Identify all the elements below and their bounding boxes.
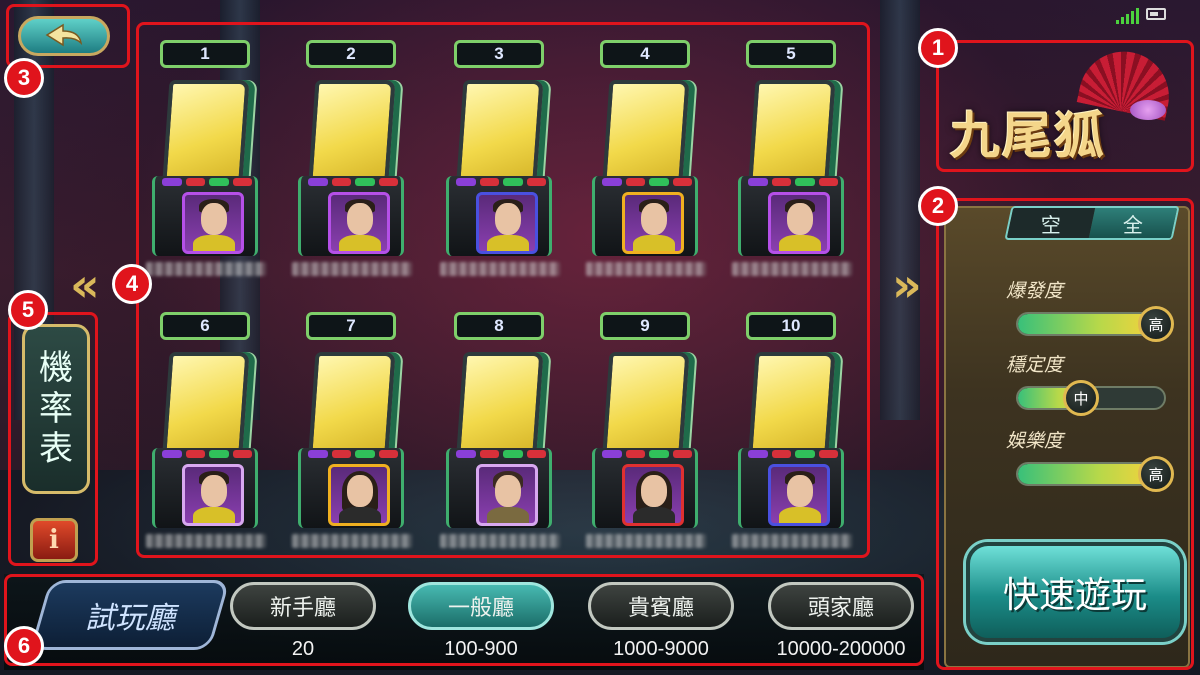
battery-icon	[1146, 8, 1166, 20]
annotation-badge-3: 3	[4, 58, 44, 98]
annotation-badge-6: 6	[4, 626, 44, 666]
annotation-box-2	[936, 198, 1194, 670]
annotation-box-1	[936, 40, 1194, 172]
annotation-badge-5: 5	[8, 290, 48, 330]
annotation-box-6	[4, 574, 924, 666]
annotation-badge-4: 4	[112, 264, 152, 304]
annotation-badge-1: 1	[918, 28, 958, 68]
prev-page-arrow[interactable]: «	[70, 262, 100, 308]
annotation-box-4	[136, 22, 870, 558]
next-page-arrow[interactable]: »	[892, 262, 922, 308]
annotation-box-5	[8, 312, 98, 566]
background-pillar	[880, 0, 920, 420]
signal-icon	[1116, 8, 1139, 24]
annotation-badge-2: 2	[918, 186, 958, 226]
